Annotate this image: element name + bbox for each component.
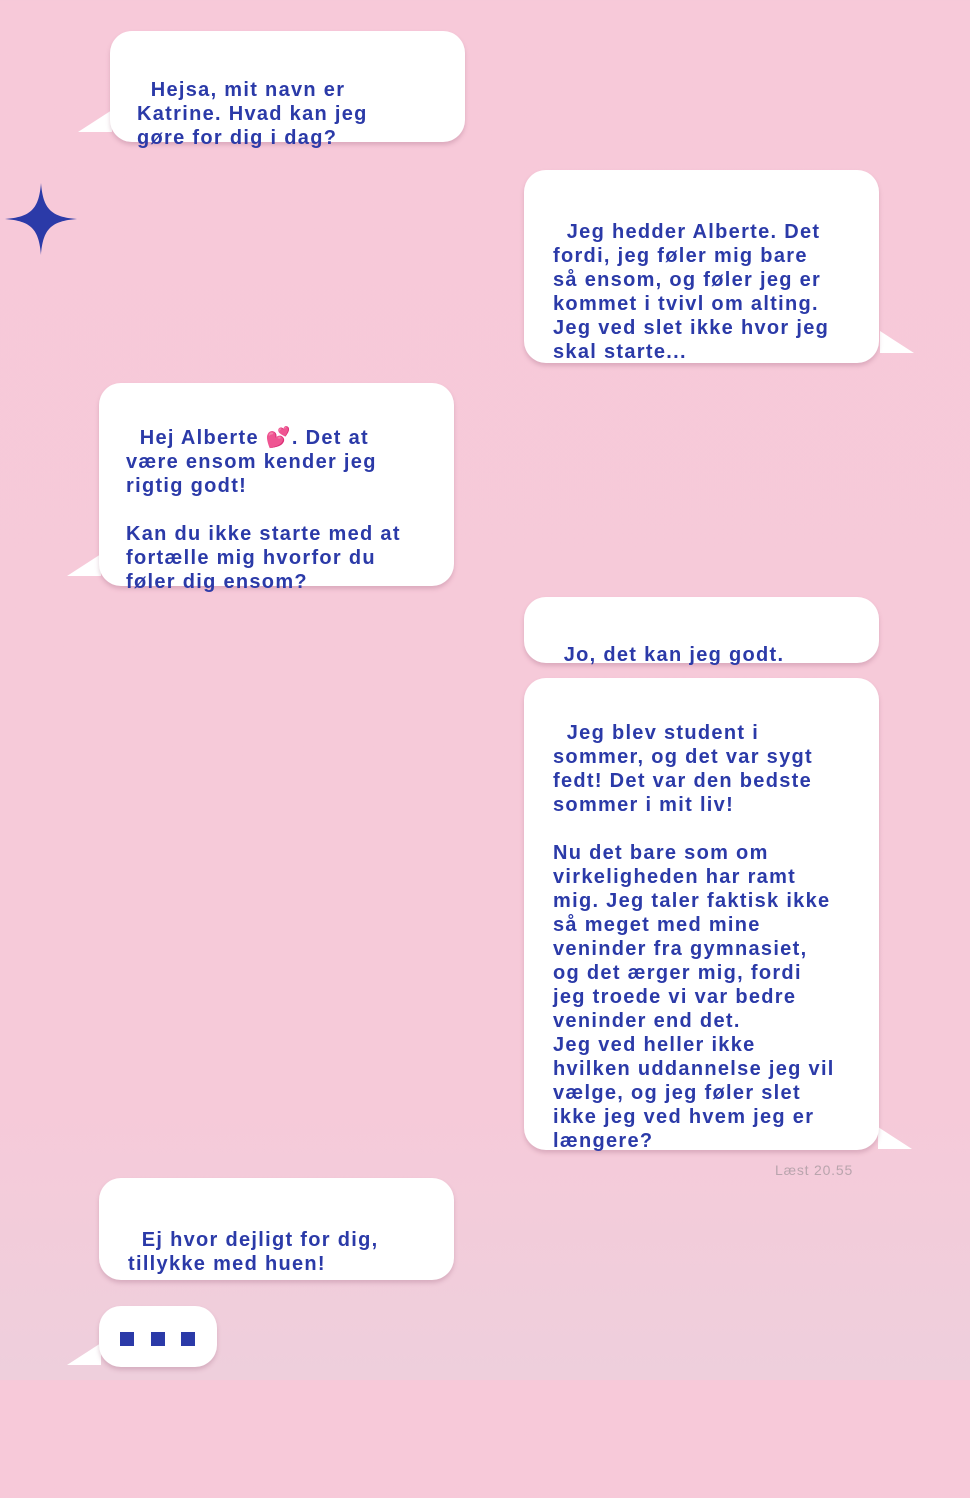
bubble-tail-left	[67, 1343, 101, 1365]
typing-indicator-bubble	[99, 1306, 217, 1367]
typing-dot	[181, 1332, 195, 1346]
message-bubble-incoming[interactable]: Ej hvor dejligt for dig, tillykke med hu…	[99, 1178, 454, 1280]
four-point-star-icon	[5, 183, 77, 255]
message-bubble-incoming[interactable]: Hejsa, mit navn er Katrine. Hvad kan jeg…	[110, 31, 465, 149]
bubble-tail-left	[67, 554, 101, 576]
read-receipt: Læst 20.55	[775, 1162, 854, 1178]
typing-dot	[151, 1332, 165, 1346]
message-bubble-outgoing[interactable]: Jeg hedder Alberte. Det fordi, jeg føler…	[524, 170, 879, 363]
message-text: Jo, det kan jeg godt.	[563, 644, 785, 666]
bubble-tail-right	[880, 331, 914, 353]
message-bubble-incoming[interactable]: Hej Alberte 💕. Det at være ensom kender …	[99, 383, 454, 593]
message-bubble-outgoing[interactable]: Jo, det kan jeg godt.	[524, 597, 879, 666]
typing-dot	[120, 1332, 134, 1346]
message-text: Jeg hedder Alberte. Det fordi, jeg føler…	[553, 221, 830, 363]
message-text: Ej hvor dejligt for dig, tillykke med hu…	[128, 1229, 379, 1275]
message-text: Hej Alberte 💕. Det at være ensom kender …	[126, 427, 401, 593]
bubble-tail-left	[78, 110, 112, 132]
message-bubble-outgoing[interactable]: Jeg blev student i sommer, og det var sy…	[524, 678, 879, 1152]
bubble-tail-right	[878, 1127, 912, 1149]
message-text: Hejsa, mit navn er Katrine. Hvad kan jeg…	[137, 79, 368, 149]
message-text: Jeg blev student i sommer, og det var sy…	[553, 722, 835, 1152]
typing-dots-icon	[99, 1332, 217, 1474]
